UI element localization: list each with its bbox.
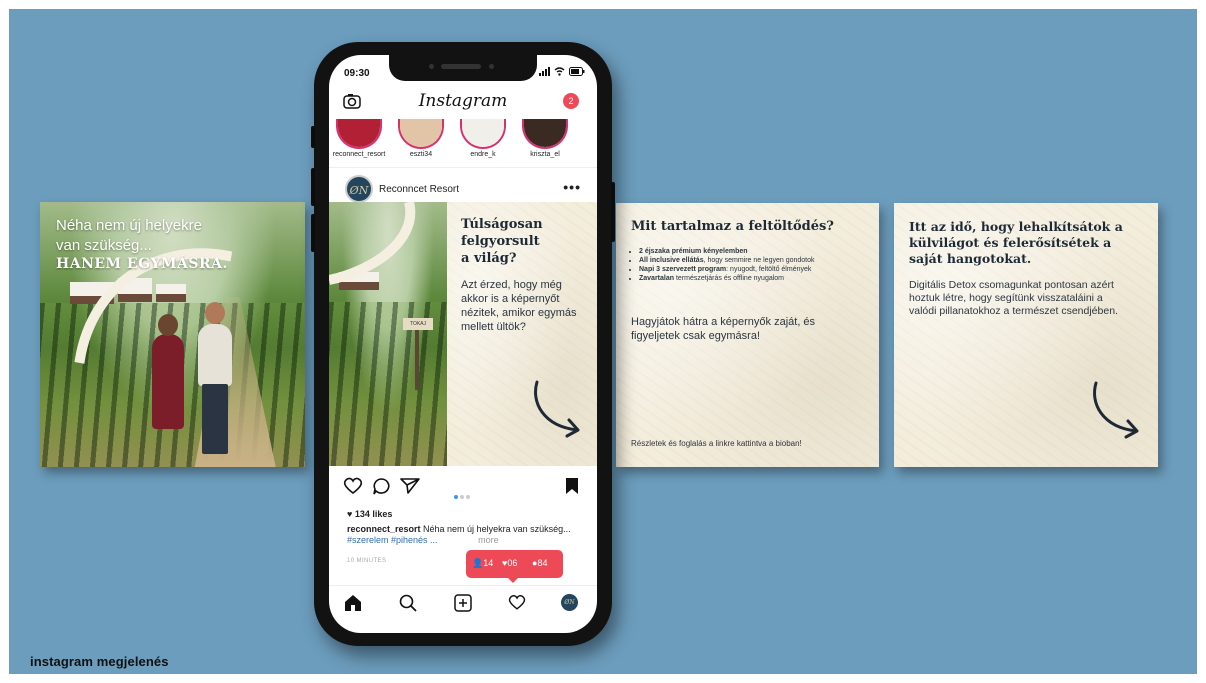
side-button (311, 168, 315, 206)
slide1-headline: Néha nem új helyekre van szükség... (56, 217, 202, 254)
story-item[interactable]: endre_k (453, 119, 513, 158)
caption-more-link[interactable]: more (478, 535, 499, 545)
instagram-header: Instagram 2 (329, 85, 597, 119)
footer-caption: instagram megjelenés (30, 654, 169, 669)
notification-badge[interactable]: 2 (563, 93, 579, 109)
phone-notch (389, 55, 537, 81)
speaker-grille (441, 64, 481, 69)
front-sensor (429, 64, 434, 69)
pill-pointer (508, 578, 518, 583)
woman-figure (152, 334, 184, 429)
post-actions (329, 473, 597, 503)
add-post-icon[interactable] (454, 594, 472, 612)
share-icon[interactable] (400, 477, 420, 495)
post-caption: reconnect_resort Néha nem új helyekra va… (347, 524, 571, 545)
man-legs (202, 384, 228, 454)
slide-photo-couple: Néha nem új helyekre van szükség... HANE… (40, 202, 305, 467)
slide-digital-detox: Itt az idő, hogy lehalkítsátok a külvilá… (894, 203, 1158, 467)
swipe-arrow-icon (1093, 381, 1139, 439)
caption-hashtags[interactable]: #szerelem #pihenés ... (347, 535, 438, 545)
person-icon: 👤 (472, 558, 484, 568)
post-username[interactable]: Reconncet Resort (379, 184, 459, 195)
heart-small-icon: ♥ (347, 509, 353, 519)
bullet-item: Zavartalan természetjárás és offline nyu… (639, 274, 879, 283)
followers-notification: 👤14 (472, 558, 494, 568)
story-item[interactable]: kriszta_el (515, 119, 575, 158)
slide3-middle-text: Hagyjátok hátra a képernyők zaját, és fi… (631, 316, 816, 342)
caption-username[interactable]: reconnect_resort (347, 524, 421, 534)
wifi-icon (555, 67, 565, 76)
post-avatar[interactable]: ØN (345, 175, 373, 203)
home-icon[interactable] (344, 594, 362, 612)
slide3-title: Mit tartalmaz a feltöltődés? (631, 219, 834, 234)
slide1-emphasis: HANEM EGYMÁSRA. (56, 256, 228, 272)
heart-icon[interactable] (343, 477, 363, 495)
instagram-logo: Instagram (418, 91, 508, 111)
post-image[interactable]: TOKAJ Túlságosan felgyorsult a világ? Az… (329, 202, 597, 466)
phone-mockup: 09:30 Instagram 2 reconnect_resort eszti… (311, 42, 615, 646)
comment-icon[interactable] (372, 477, 391, 495)
status-icons (538, 67, 585, 78)
man-figure (198, 324, 232, 386)
story-avatar (398, 119, 444, 149)
profile-avatar[interactable]: ØN (561, 594, 578, 611)
story-avatar-fill (524, 119, 566, 147)
slide3-bullet-list: 2 éjszaka prémium kényelemben All inclus… (631, 247, 879, 283)
search-icon[interactable] (399, 594, 417, 612)
battery-icon (569, 67, 585, 76)
post-timestamp: 10 MINUTES (347, 558, 387, 564)
story-item[interactable]: eszti34 (391, 119, 451, 158)
status-time: 09:30 (344, 68, 370, 79)
swipe-arrow-icon (534, 380, 580, 438)
comments-notification: ●84 (532, 558, 548, 568)
post-image-text-panel: Túlságosan felgyorsult a világ? Azt érze… (447, 202, 597, 466)
bullet-item: 2 éjszaka prémium kényelemben (639, 247, 879, 256)
story-avatar-fill (400, 119, 442, 147)
bookmark-icon[interactable] (565, 477, 579, 495)
story-avatar (522, 119, 568, 149)
activity-heart-icon[interactable] (508, 594, 526, 611)
bottom-navigation: ØN (329, 585, 597, 620)
story-avatar-fill (462, 119, 504, 147)
stories-bar: reconnect_resort eszti34 endre_k kriszta… (329, 119, 597, 168)
story-avatar-fill (338, 119, 380, 147)
story-username: endre_k (470, 151, 496, 158)
side-button (311, 214, 315, 252)
story-username: kriszta_el (530, 151, 560, 158)
likes-count: ♥ 134 likes (347, 509, 393, 519)
front-camera (489, 64, 494, 69)
carousel-indicator (453, 486, 471, 504)
post-options-button[interactable]: ••• (563, 179, 581, 195)
bullet-item: Napi 3 szervezett program: nyugodt, felt… (639, 265, 879, 274)
activity-notification-pill[interactable]: 👤14 ♥06 ●84 (466, 550, 563, 583)
signal-icon (538, 67, 550, 76)
power-button (611, 182, 615, 242)
story-username: eszti34 (409, 151, 433, 158)
phone-screen: 09:30 Instagram 2 reconnect_resort eszti… (329, 55, 597, 633)
story-avatar (460, 119, 506, 149)
story-username: reconnect_resort (332, 151, 386, 158)
slide-package-contents: Mit tartalmaz a feltöltődés? 2 éjszaka p… (616, 203, 879, 467)
likes-notification: ♥06 (502, 558, 518, 568)
slide3-footer-text: Részletek és foglalás a linkre kattintva… (631, 439, 802, 448)
story-item[interactable]: reconnect_resort (329, 119, 389, 158)
story-avatar (336, 119, 382, 149)
side-button (311, 126, 315, 148)
decorative-swoosh (329, 202, 416, 285)
slide4-body: Digitális Detox csomagunkat pontosan azé… (909, 279, 1118, 317)
man-head (205, 302, 225, 324)
post-body-text: Azt érzed, hogy még akkor is a képernyőt… (461, 279, 577, 333)
post-title: Túlságosan felgyorsult a világ? (461, 217, 543, 266)
slide4-title: Itt az idő, hogy lehalkítsátok a külvilá… (909, 219, 1123, 266)
woman-head (158, 314, 178, 336)
bullet-item: All inclusive ellátás, hogy semmire ne l… (639, 256, 879, 265)
